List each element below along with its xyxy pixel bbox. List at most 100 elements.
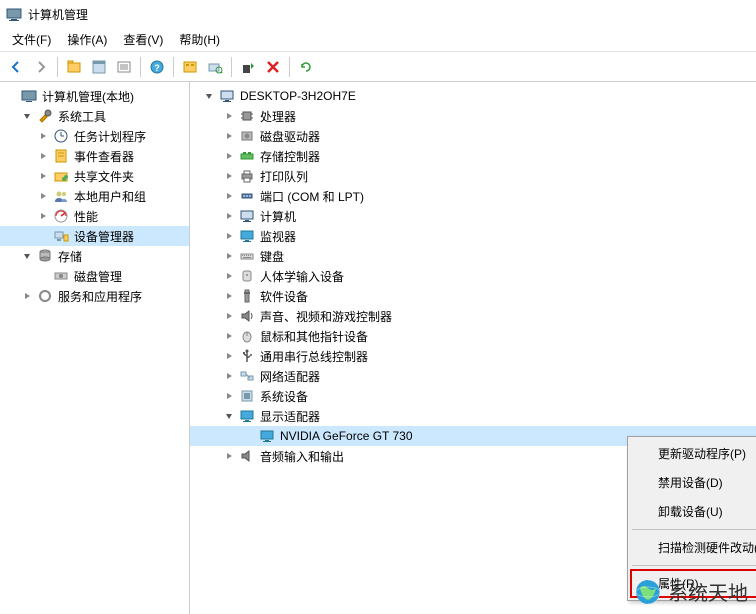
tools-icon (37, 108, 53, 124)
expander-icon[interactable] (222, 449, 236, 463)
menu-file[interactable]: 文件(F) (4, 29, 59, 50)
tree-label: 共享文件夹 (72, 167, 136, 186)
mgmt-icon (21, 88, 37, 104)
tree-label: 存储控制器 (258, 147, 322, 166)
expander-icon[interactable] (222, 329, 236, 343)
tree-item[interactable]: 服务和应用程序 (0, 286, 189, 306)
globe-icon (634, 578, 662, 606)
device-tree-item[interactable]: 磁盘驱动器 (190, 126, 756, 146)
window-title: 计算机管理 (28, 6, 88, 23)
toolbar-separator (57, 57, 58, 77)
system-icon (239, 388, 255, 404)
device-tree-item[interactable]: 计算机 (190, 206, 756, 226)
uninstall-button[interactable] (236, 55, 260, 79)
expander-icon[interactable] (222, 369, 236, 383)
device-tree-item[interactable]: 通用串行总线控制器 (190, 346, 756, 366)
device-tree-root[interactable]: DESKTOP-3H2OH7E (190, 86, 756, 106)
forward-button[interactable] (29, 55, 53, 79)
device-tree-item[interactable]: 监视器 (190, 226, 756, 246)
expander-icon[interactable] (202, 89, 216, 103)
device-tree-item[interactable]: 键盘 (190, 246, 756, 266)
expander-icon[interactable] (222, 129, 236, 143)
expander-icon[interactable] (36, 189, 50, 203)
tree-item[interactable]: 设备管理器 (0, 226, 189, 246)
expander-icon[interactable] (222, 229, 236, 243)
tree-item[interactable]: 性能 (0, 206, 189, 226)
expander-icon[interactable] (222, 309, 236, 323)
expander-icon[interactable] (36, 209, 50, 223)
expander-icon[interactable] (36, 129, 50, 143)
tree-item[interactable]: 共享文件夹 (0, 166, 189, 186)
tree-label: 鼠标和其他指针设备 (258, 327, 370, 346)
scan-button[interactable] (203, 55, 227, 79)
device-tree-item[interactable]: 处理器 (190, 106, 756, 126)
tree-label: 设备管理器 (72, 227, 136, 246)
help-button[interactable]: ? (145, 55, 169, 79)
tree-label: 处理器 (258, 107, 298, 126)
tree-item[interactable]: 本地用户和组 (0, 186, 189, 206)
menu-help[interactable]: 帮助(H) (171, 29, 228, 50)
tree-label: DESKTOP-3H2OH7E (238, 88, 358, 104)
tree-label: 监视器 (258, 227, 298, 246)
tree-item[interactable]: 事件查看器 (0, 146, 189, 166)
event-icon (53, 148, 69, 164)
device-tree-item[interactable]: 人体学输入设备 (190, 266, 756, 286)
tree-item[interactable]: 任务计划程序 (0, 126, 189, 146)
port-icon (239, 188, 255, 204)
menu-action[interactable]: 操作(A) (59, 29, 115, 50)
expander-icon[interactable] (222, 389, 236, 403)
monitor-icon (239, 228, 255, 244)
expander-icon[interactable] (222, 349, 236, 363)
expander-icon[interactable] (222, 149, 236, 163)
delete-button[interactable] (261, 55, 285, 79)
device-tree-item[interactable]: 网络适配器 (190, 366, 756, 386)
device-tree-item[interactable]: 端口 (COM 和 LPT) (190, 186, 756, 206)
audio-icon (239, 448, 255, 464)
tree-item[interactable]: 存储 (0, 246, 189, 266)
expander-icon[interactable] (36, 149, 50, 163)
expander-icon[interactable] (20, 249, 34, 263)
tree-label: 计算机 (258, 207, 298, 226)
folder-share-icon (53, 168, 69, 184)
tree-label: 磁盘管理 (72, 267, 124, 286)
tree-item[interactable]: 磁盘管理 (0, 266, 189, 286)
device-tree-item[interactable]: 声音、视频和游戏控制器 (190, 306, 756, 326)
context-menu-item[interactable]: 卸载设备(U) (630, 497, 756, 526)
device-tree-item[interactable]: 打印队列 (190, 166, 756, 186)
tree-label: 音频输入和输出 (258, 447, 346, 466)
display-icon (239, 408, 255, 424)
expander-icon[interactable] (36, 169, 50, 183)
tree-root[interactable]: 计算机管理(本地) (0, 86, 189, 106)
expander-icon[interactable] (222, 409, 236, 423)
back-button[interactable] (4, 55, 28, 79)
expander-icon[interactable] (222, 289, 236, 303)
expander-icon[interactable] (222, 169, 236, 183)
context-menu-item[interactable]: 更新驱动程序(P) (630, 439, 756, 468)
context-menu-item[interactable]: 扫描检测硬件改动(A) (630, 533, 756, 562)
device-tree-item[interactable]: 系统设备 (190, 386, 756, 406)
expander-icon[interactable] (222, 109, 236, 123)
expander-icon[interactable] (20, 109, 34, 123)
perf-icon (53, 208, 69, 224)
expander-icon[interactable] (222, 269, 236, 283)
tree-item[interactable]: 系统工具 (0, 106, 189, 126)
tree-label: 系统工具 (56, 107, 108, 126)
device-tree-item[interactable]: 显示适配器 (190, 406, 756, 426)
up-button[interactable] (62, 55, 86, 79)
toolbar-separator (289, 57, 290, 77)
device-tree-item[interactable]: 存储控制器 (190, 146, 756, 166)
expander-icon[interactable] (222, 249, 236, 263)
view-button[interactable] (178, 55, 202, 79)
expander-icon[interactable] (20, 289, 34, 303)
expander-icon[interactable] (222, 189, 236, 203)
context-menu-item[interactable]: 禁用设备(D) (630, 468, 756, 497)
device-tree-item[interactable]: 鼠标和其他指针设备 (190, 326, 756, 346)
properties-button[interactable] (87, 55, 111, 79)
device-tree-item[interactable]: 软件设备 (190, 286, 756, 306)
refresh-button[interactable] (294, 55, 318, 79)
usb-icon (239, 348, 255, 364)
expander-icon[interactable] (222, 209, 236, 223)
menu-view[interactable]: 查看(V) (115, 29, 171, 50)
list-button[interactable] (112, 55, 136, 79)
content-area: 计算机管理(本地)系统工具任务计划程序事件查看器共享文件夹本地用户和组性能设备管… (0, 82, 756, 614)
